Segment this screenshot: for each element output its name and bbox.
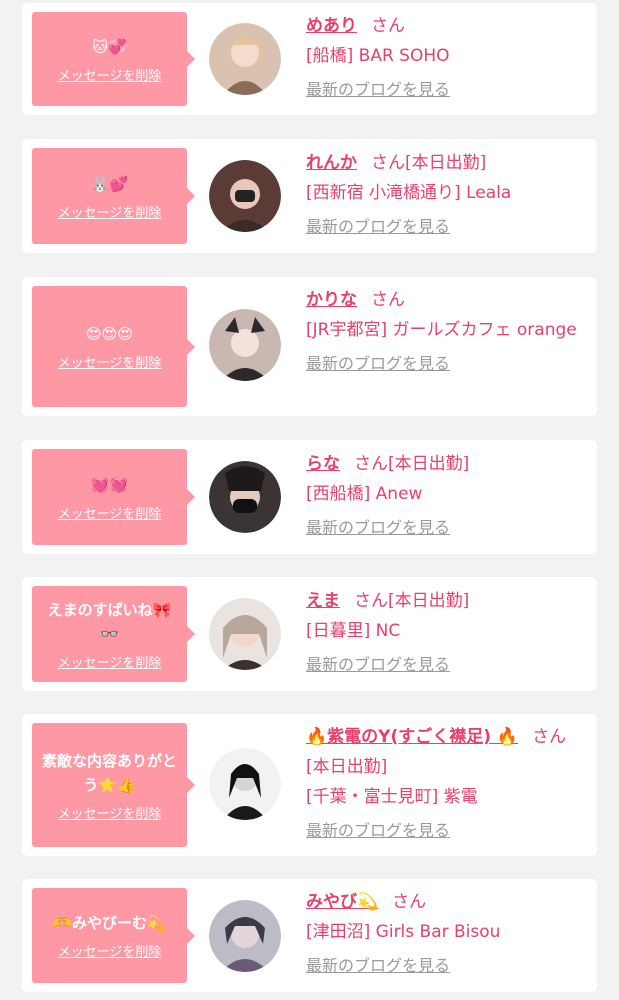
message-bubble: 🫶みやびーむ💫 メッセージを削除 <box>32 888 195 983</box>
shop-text: [津田沼] Girls Bar Bisou <box>306 922 501 942</box>
status-text: [本日出勤] <box>388 454 470 474</box>
message-text: 😍😍😍 <box>86 325 133 343</box>
delete-message-link[interactable]: メッセージを削除 <box>58 65 162 84</box>
avatar[interactable] <box>209 23 281 95</box>
shop-text: [船橋] BAR SOHO <box>306 46 450 66</box>
message-card: 🐰💕 メッセージを削除 れんか さん[本日出勤] [西新宿 小滝橋通り] Leal… <box>22 139 597 253</box>
shop-text: [西船橋] Anew <box>306 484 423 504</box>
avatar[interactable] <box>209 748 281 820</box>
delete-message-link[interactable]: メッセージを削除 <box>58 503 162 522</box>
shop-text: [千葉・富士見町] 紫電 <box>306 787 478 807</box>
cast-name-link[interactable]: らな <box>306 454 340 474</box>
profile-info: れんか さん[本日出勤] [西新宿 小滝橋通り] Leala 最新のブログを見る <box>306 148 585 242</box>
avatar[interactable] <box>209 309 281 381</box>
delete-message-link[interactable]: メッセージを削除 <box>58 352 162 371</box>
san-suffix: さん <box>354 591 388 611</box>
delete-message-link[interactable]: メッセージを削除 <box>58 803 162 822</box>
blog-link[interactable]: 最新のブログを見る <box>306 75 585 105</box>
san-suffix: さん <box>371 16 405 36</box>
message-text: 素敵な内容ありがとう⭐👍 <box>41 751 177 794</box>
cast-name-link[interactable]: みやび💫 <box>306 892 378 912</box>
san-suffix: さん <box>354 454 388 474</box>
avatar[interactable] <box>209 598 281 670</box>
cast-name-link[interactable]: えま <box>306 591 340 611</box>
message-bubble: えまのすぱいね🎀 👓 メッセージを削除 <box>32 586 195 682</box>
message-bubble: 😍😍😍 メッセージを削除 <box>32 286 195 407</box>
profile-info: 🔥紫電のY(すごく襟足) 🔥 さん [本日出勤] [千葉・富士見町] 紫電 最新のブ… <box>306 722 585 846</box>
cast-name-link[interactable]: れんか <box>306 153 357 173</box>
blog-link[interactable]: 最新のブログを見る <box>306 650 585 680</box>
status-text: [本日出勤] <box>306 757 388 777</box>
message-card: 💓💓 メッセージを削除 らな さん[本日出勤] [西船橋] Anew 最新のブログ… <box>22 440 597 554</box>
blog-link[interactable]: 最新のブログを見る <box>306 951 585 981</box>
message-card: 😍😍😍 メッセージを削除 かりな さん [JR宇都宮] ガールズカフェ orang… <box>22 277 597 416</box>
avatar[interactable] <box>209 160 281 232</box>
profile-info: らな さん[本日出勤] [西船橋] Anew 最新のブログを見る <box>306 449 585 543</box>
shop-text: [西新宿 小滝橋通り] Leala <box>306 183 512 203</box>
blog-link[interactable]: 最新のブログを見る <box>306 816 585 846</box>
avatar[interactable] <box>209 461 281 533</box>
message-bubble: 💓💓 メッセージを削除 <box>32 449 195 545</box>
message-card: 素敵な内容ありがとう⭐👍 メッセージを削除 🔥紫電のY(すごく襟足) 🔥 さん [本… <box>22 714 597 856</box>
blog-link[interactable]: 最新のブログを見る <box>306 349 585 379</box>
message-text: 💓💓 <box>90 475 129 494</box>
message-card: えまのすぱいね🎀 👓 メッセージを削除 えま さん[本日出勤] [日暮里] NC … <box>22 577 597 691</box>
cast-name-link[interactable]: めあり <box>306 16 357 36</box>
message-text: えまのすぱいね🎀 👓 <box>47 600 172 643</box>
profile-info: えま さん[本日出勤] [日暮里] NC 最新のブログを見る <box>306 586 585 680</box>
cast-name-link[interactable]: 🔥紫電のY(すごく襟足) 🔥 <box>306 727 518 747</box>
avatar[interactable] <box>209 900 281 972</box>
message-bubble: 素敵な内容ありがとう⭐👍 メッセージを削除 <box>32 723 195 847</box>
profile-info: かりな さん [JR宇都宮] ガールズカフェ orange 最新のブログを見る <box>306 285 585 379</box>
san-suffix: さん <box>392 892 427 912</box>
san-suffix: さん <box>371 290 405 310</box>
message-text: 🐰💕 <box>90 174 129 193</box>
delete-message-link[interactable]: メッセージを削除 <box>58 202 162 221</box>
message-text: 🫶みやびーむ💫 <box>53 914 166 932</box>
blog-link[interactable]: 最新のブログを見る <box>306 513 585 543</box>
shop-text: [JR宇都宮] ガールズカフェ orange <box>306 320 577 340</box>
delete-message-link[interactable]: メッセージを削除 <box>58 941 162 960</box>
profile-info: みやび💫 さん [津田沼] Girls Bar Bisou 最新のブログを見る <box>306 887 585 981</box>
status-text: [本日出勤] <box>388 591 470 611</box>
san-suffix: さん <box>532 727 567 747</box>
message-card: 🫶みやびーむ💫 メッセージを削除 みやび💫 さん [津田沼] Girls Bar … <box>22 879 597 992</box>
shop-text: [日暮里] NC <box>306 621 401 641</box>
message-bubble: 🐰💕 メッセージを削除 <box>32 148 195 244</box>
cast-name-link[interactable]: かりな <box>306 290 357 310</box>
message-bubble: 🐱💞 メッセージを削除 <box>32 12 195 106</box>
message-card: 🐱💞 メッセージを削除 めあり さん [船橋] BAR SOHO 最新のブログを見… <box>22 3 597 115</box>
profile-info: めあり さん [船橋] BAR SOHO 最新のブログを見る <box>306 11 585 105</box>
status-text: [本日出勤] <box>405 153 487 173</box>
san-suffix: さん <box>371 153 405 173</box>
message-text: 🐱💞 <box>92 37 127 56</box>
blog-link[interactable]: 最新のブログを見る <box>306 212 585 242</box>
delete-message-link[interactable]: メッセージを削除 <box>58 652 162 671</box>
